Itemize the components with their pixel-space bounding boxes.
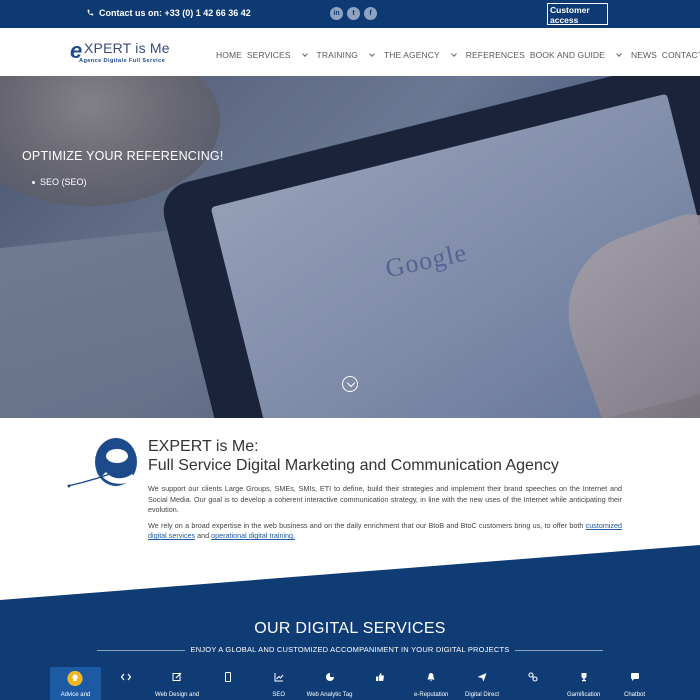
nav-services-label: SERVICES [246,50,291,60]
edit-icon [172,672,182,681]
hero-title: OPTIMIZE YOUR REFERENCING! [22,149,224,163]
hero-overlay [0,76,700,418]
digital-training-link[interactable]: operational digital training. [211,531,295,540]
intro-title-line2: Full Service Digital Marketing and Commu… [148,457,559,474]
tab-chatbot-label: Chatbot [624,692,646,698]
nav-services[interactable]: SERVICES [247,50,317,60]
twitter-icon[interactable]: t [347,7,360,20]
nav-training[interactable]: TRAINING [317,50,384,60]
pie-chart-icon [325,673,334,681]
top-bar: Contact us on: +33 (0) 1 42 66 36 42 in … [0,0,700,28]
thumbs-up-icon [376,673,385,681]
nav-agency[interactable]: THE AGENCY [384,50,466,60]
tab-link[interactable] [507,667,558,700]
phone-icon [87,9,94,16]
tab-e-reputation-label: e-Reputation [414,692,449,698]
tab-web-design-label: Web Design and [154,692,200,698]
customer-access-button[interactable]: Customer access [547,3,608,25]
nav-references[interactable]: REFERENCES [466,50,525,60]
hero-bullet[interactable]: SEO (SEO) [32,177,87,187]
intro-text: We support our clients Large Groups, SME… [148,484,622,547]
link-icon [528,672,538,682]
tab-web-analytic[interactable]: Web Analytic Tag [304,667,355,700]
tab-seo-label: SEO [272,692,286,698]
tab-social[interactable] [355,667,406,700]
nav-home[interactable]: HOME [216,50,242,60]
chevron-down-icon [616,51,622,57]
tab-code[interactable] [101,667,152,700]
chevron-down-icon [450,51,457,57]
expert-logo-icon [67,438,137,488]
services-tabs: Advice and Web Design and SEO Web Analyt… [50,667,660,700]
tab-advice-label: Advice and [60,692,91,698]
nav-book-guide[interactable]: BOOK AND GUIDE [530,50,631,60]
contact-phone[interactable]: Contact us on: +33 (0) 1 42 66 36 42 [86,8,251,18]
tab-chatbot[interactable]: Chatbot [609,667,660,700]
tab-mobile[interactable] [202,667,253,700]
hero-bullet-label: SEO (SEO) [40,177,87,187]
nav-agency-label: THE AGENCY [383,50,440,60]
chat-bubble-icon [630,673,639,681]
nav-book-guide-label: BOOK AND GUIDE [529,50,605,60]
tab-e-reputation[interactable]: e-Reputation [406,667,457,700]
intro-paragraph-1: We support our clients Large Groups, SME… [148,484,622,514]
bell-icon [427,673,435,682]
services-title: OUR DIGITAL SERVICES [254,620,446,637]
tab-gamification[interactable]: Gamification [558,667,609,700]
services-subtitle: ENJOY A GLOBAL AND CUSTOMIZED ACCOMPANIM… [0,645,700,654]
nav-training-label: TRAINING [316,50,358,60]
tab-seo[interactable]: SEO [253,667,304,700]
paper-plane-icon [477,673,487,682]
trophy-icon [581,673,587,682]
intro-paragraph-2: We rely on a broad expertise in the web … [148,521,622,542]
logo-brand: XPERT is Me [84,40,170,56]
nav-contact[interactable]: CONTACT [662,50,700,60]
intro-title-line1: EXPERT is Me: [148,438,259,455]
site-header: e XPERT is Me Agence Digitale Full Servi… [0,28,700,76]
chevron-down-icon [369,51,375,57]
scroll-down-icon[interactable] [342,376,358,392]
chart-line-icon [274,673,284,682]
facebook-icon[interactable]: f [364,7,377,20]
intro-title: EXPERT is Me: Full Service Digital Marke… [148,437,559,475]
tab-gamification-label: Gamification [567,692,601,698]
bullet-dot-icon [32,180,35,184]
linkedin-icon[interactable]: in [330,7,343,20]
logo-tagline: Agence Digitale Full Service [79,58,166,64]
intro-p2-start: We rely on a broad expertise in the web … [148,520,586,530]
tab-digital-direct[interactable]: Digital Direct [457,667,508,700]
mobile-icon [224,672,231,682]
intro-p2-mid: and [195,531,212,540]
tab-web-analytic-label: Web Analytic Tag [306,692,353,698]
tab-web-design[interactable]: Web Design and [152,667,203,700]
main-nav: HOME SERVICES TRAINING THE AGENCY REFERE… [216,50,700,60]
tab-digital-direct-label: Digital Direct [465,692,500,698]
code-icon [121,673,132,681]
site-logo[interactable]: e XPERT is Me Agence Digitale Full Servi… [70,38,180,66]
hero-banner: Google OPTIMIZE YOUR REFERENCING! SEO (S… [0,76,700,418]
nav-news[interactable]: NEWS [631,50,657,60]
social-links: in t f [330,7,377,20]
lightbulb-icon [67,671,83,686]
contact-text: Contact us on: +33 (0) 1 42 66 36 42 [99,8,251,18]
tab-advice[interactable]: Advice and [50,667,101,700]
chevron-down-icon [301,51,308,57]
